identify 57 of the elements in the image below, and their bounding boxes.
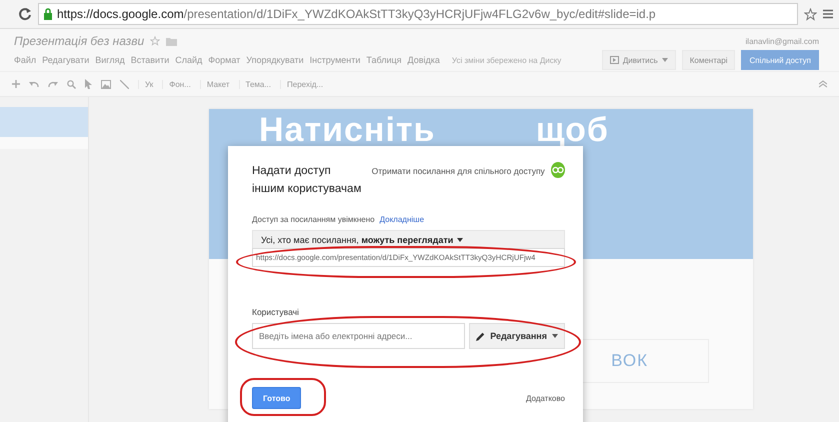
slide-title[interactable]: Натисніть щоб: [259, 111, 609, 149]
caret-icon: [552, 334, 558, 338]
menu-item[interactable]: Формат: [208, 55, 240, 65]
link-icon[interactable]: [550, 162, 565, 178]
access-text: Усі, хто має посилання, можуть переглядати: [261, 234, 454, 244]
link-status: Доступ за посиланням увімкнено: [252, 215, 375, 224]
url-text: https://docs.google.com/presentation/d/1DiFx_YWZdKOAkStTT3kyQ3yHCRjUFjw4FLG2v6w_byc/edit#slide=id.p: [57, 7, 656, 21]
star-icon[interactable]: [150, 36, 160, 46]
menu-item[interactable]: Вставити: [130, 55, 170, 65]
learn-more-link[interactable]: Докладніше: [380, 215, 424, 224]
done-button[interactable]: Готово: [252, 387, 302, 409]
menu-item[interactable]: Інструменти: [310, 55, 360, 65]
menu-item[interactable]: Слайд: [175, 55, 202, 65]
menu-item[interactable]: Таблиця: [366, 55, 402, 65]
advanced-link[interactable]: Додатково: [526, 394, 565, 402]
collapse-icon[interactable]: [819, 80, 827, 88]
menu-item[interactable]: Вигляд: [95, 55, 125, 65]
redo-icon[interactable]: [48, 80, 58, 88]
get-link-text[interactable]: Отримати посилання для спільного доступу: [372, 166, 545, 176]
account-email[interactable]: ilanavlin@gmail.com: [746, 36, 819, 46]
address-bar[interactable]: https://docs.google.com/presentation/d/1DiFx_YWZdKOAkStTT3kyQ3yHCRjUFjw4FLG2v6w_byc/edit#slide=id.p: [38, 3, 798, 25]
menu-item[interactable]: Довідка: [408, 55, 440, 65]
menu-item[interactable]: Упорядкувати: [246, 55, 304, 65]
toolbar-item[interactable]: Макет: [200, 80, 230, 88]
share-button[interactable]: Спільний доступ: [741, 50, 819, 70]
people-input[interactable]: Введіть імена або електронні адреси...: [252, 323, 466, 349]
toolbar-item[interactable]: Фон...: [162, 80, 191, 88]
present-button[interactable]: Дивитись: [602, 50, 676, 70]
pencil-icon: [476, 332, 486, 340]
toolbar-item[interactable]: Перехід...: [280, 80, 324, 88]
people-label: Користувачі: [252, 307, 300, 317]
menu-item[interactable]: Файл: [14, 55, 36, 65]
access-dropdown[interactable]: Усі, хто має посилання, можуть переглядати: [252, 230, 565, 248]
toolbar-item[interactable]: Тема...: [238, 80, 272, 88]
add-icon[interactable]: [12, 80, 20, 88]
caret-icon: [662, 58, 668, 62]
permission-dropdown[interactable]: Редагування: [469, 323, 565, 349]
line-icon[interactable]: [120, 80, 129, 88]
dialog-title: Надати доступ іншим користувачам: [252, 164, 362, 197]
undo-icon[interactable]: [29, 80, 39, 88]
search-icon[interactable]: [67, 80, 76, 88]
permission-label: Редагування: [490, 331, 547, 341]
menu-item[interactable]: Редагувати: [42, 55, 90, 65]
star-icon[interactable]: [804, 8, 817, 20]
slide-subtitle: ВОК: [611, 351, 648, 371]
caret-icon: [457, 238, 464, 242]
slide-thumbnail[interactable]: [0, 107, 88, 149]
menu-icon[interactable]: [823, 9, 833, 19]
cursor-icon[interactable]: [85, 79, 92, 89]
folder-icon[interactable]: [166, 36, 178, 46]
reload-icon[interactable]: [18, 7, 32, 21]
save-status: Усі зміни збережено на Диску: [452, 56, 562, 64]
toolbar-item[interactable]: Ук: [138, 80, 154, 88]
document-title[interactable]: Презентація без назви: [14, 34, 144, 48]
play-icon: [610, 56, 619, 64]
comments-button[interactable]: Коментарі: [682, 50, 736, 70]
image-icon[interactable]: [101, 80, 111, 88]
